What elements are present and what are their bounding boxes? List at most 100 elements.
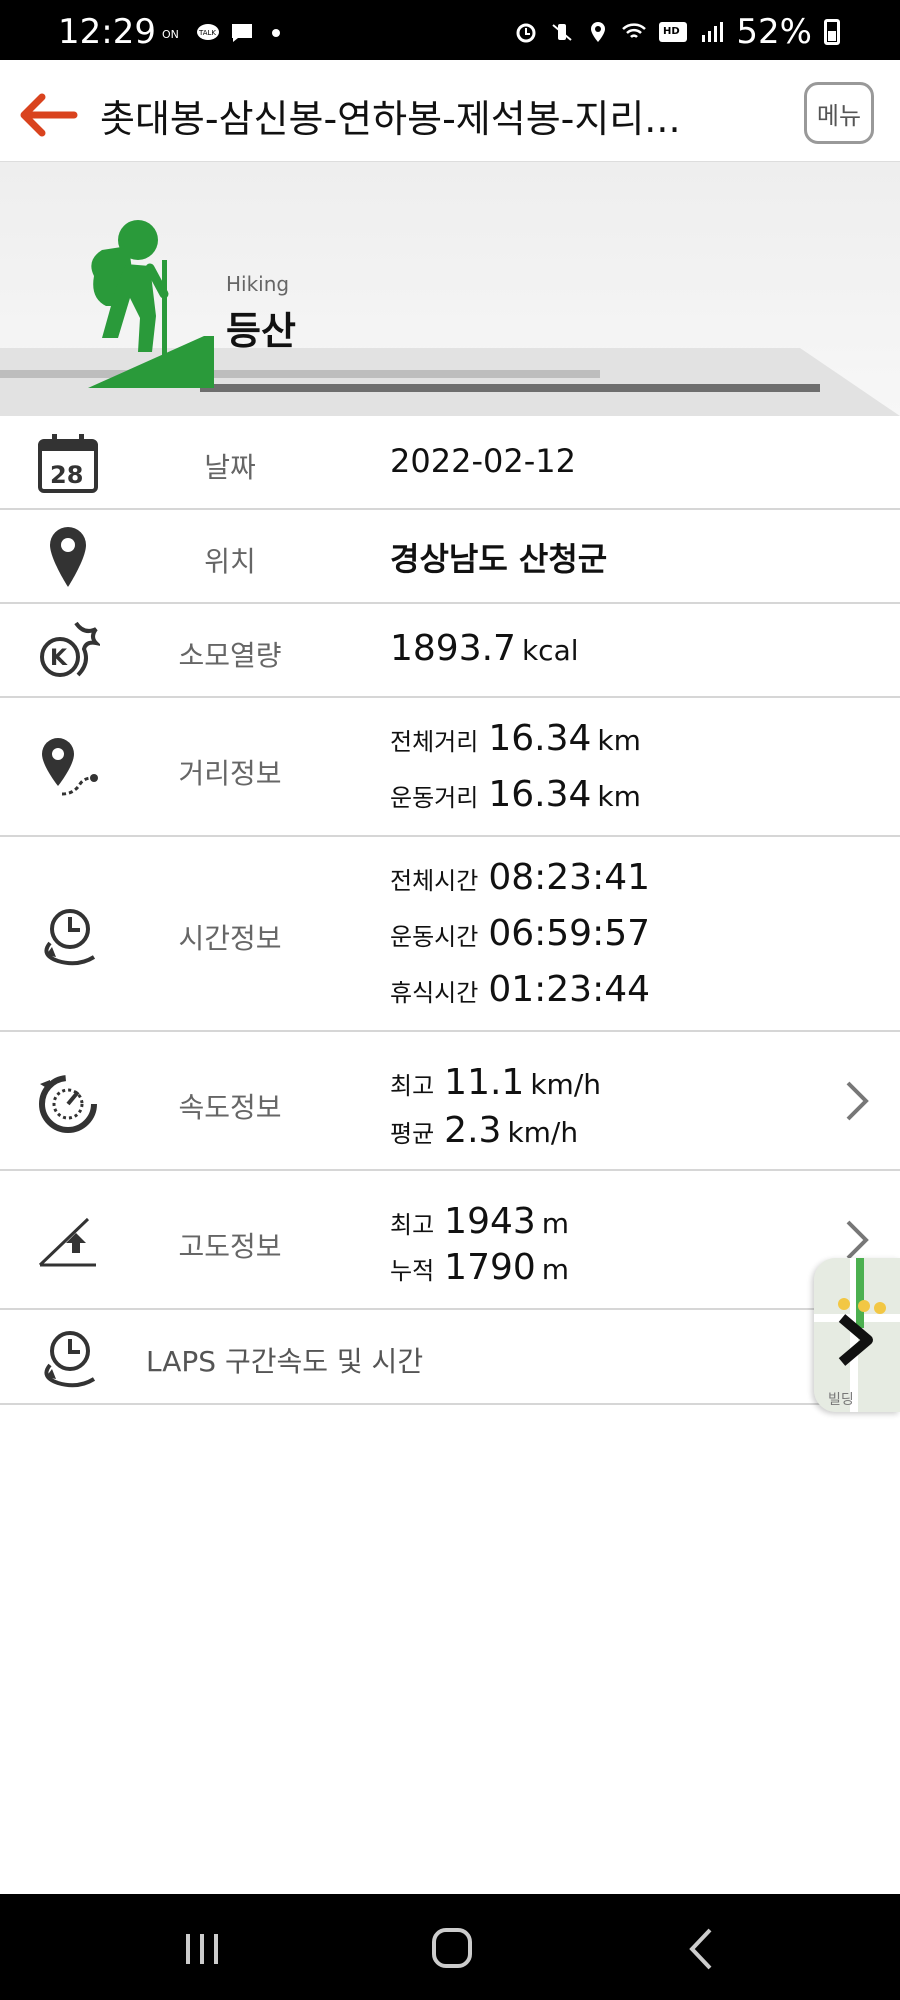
distance-moving-label: 운동거리 — [390, 784, 479, 812]
vibrate-icon — [552, 24, 573, 41]
speed-max-label: 최고 — [390, 1072, 435, 1100]
svg-text:28: 28 — [50, 461, 83, 489]
calories-label: 소모열량 — [178, 639, 282, 672]
altitude-max: 최고 1943 m — [390, 1201, 569, 1242]
date-value: 2022-02-12 — [390, 442, 576, 480]
distance-total-unit: km — [597, 724, 641, 757]
calendar-icon: 28 — [38, 434, 98, 493]
location-label: 위치 — [204, 545, 256, 578]
map-thumbnail[interactable]: 빌딩 — [814, 1258, 900, 1412]
time-total: 전체시간 08:23:41 — [390, 857, 650, 898]
calories-row: K 소모열량 1893.7 kcal — [0, 604, 900, 698]
battery-percent: 52% — [736, 12, 812, 52]
speed-max-unit: km/h — [530, 1068, 601, 1101]
app-header: 촛대봉-삼신봉-연하봉-제석봉-지리... 메뉴 — [0, 60, 900, 162]
altitude-cumulative: 누적 1790 m — [390, 1247, 569, 1288]
message-icon — [232, 24, 252, 42]
svg-text:K: K — [50, 646, 68, 671]
location-icon — [591, 22, 606, 42]
altitude-icon — [38, 1217, 96, 1267]
page-title: 촛대봉-삼신봉-연하봉-제석봉-지리... — [100, 97, 681, 141]
laps-label: LAPS 구간속도 및 시간 — [146, 1345, 424, 1378]
time-rest-value: 01:23:44 — [488, 969, 651, 1010]
svg-text:ON: ON — [162, 28, 179, 41]
location-pin-icon — [50, 527, 86, 587]
time-moving-label: 운동시간 — [390, 923, 479, 951]
altitude-row[interactable]: 고도정보 최고 1943 m 누적 1790 m — [0, 1171, 900, 1310]
calorie-flame-icon: K — [40, 621, 100, 677]
map-preview-graphic: 빌딩 — [814, 1258, 900, 1412]
speed-max-value: 11.1 — [444, 1062, 525, 1103]
recent-apps-icon[interactable] — [172, 1924, 232, 1974]
altitude-cum-value: 1790 — [444, 1247, 536, 1288]
time-clock-icon — [44, 909, 96, 966]
time-label: 시간정보 — [178, 922, 282, 955]
calories-value: 1893.7 — [390, 628, 516, 669]
chevron-right-icon[interactable] — [844, 1218, 870, 1262]
altitude-max-label: 최고 — [390, 1211, 435, 1239]
location-row: 위치 경상남도 산청군 — [0, 510, 900, 604]
back-arrow-icon[interactable] — [14, 90, 80, 140]
speed-avg-unit: km/h — [507, 1116, 579, 1149]
distance-label: 거리정보 — [178, 757, 282, 790]
home-icon[interactable] — [422, 1924, 482, 1974]
battery-icon — [824, 19, 840, 45]
distance-moving: 운동거리 16.34 km — [390, 774, 641, 815]
alarm-icon — [516, 23, 536, 43]
speed-label: 속도정보 — [178, 1091, 282, 1124]
time-total-value: 08:23:41 — [488, 857, 651, 898]
activity-title: 등산 — [226, 309, 296, 353]
speed-avg: 평균 2.3 km/h — [390, 1110, 578, 1151]
status-time: 12:29 — [58, 12, 156, 52]
notification-icons: ON TALK — [162, 22, 288, 44]
altitude-max-value: 1943 — [444, 1201, 536, 1242]
speed-avg-label: 평균 — [390, 1120, 435, 1148]
date-label: 날짜 — [204, 451, 256, 484]
time-row: 시간정보 전체시간 08:23:41 운동시간 06:59:57 휴식시간 01:23… — [0, 837, 900, 1032]
speedometer-icon — [39, 1075, 97, 1133]
talk-icon: TALK — [197, 24, 219, 40]
status-bar: 12:29 ON TALK HD 52% — [0, 0, 900, 60]
activity-hero: Hiking 등산 — [0, 162, 900, 416]
speed-row[interactable]: 속도정보 최고 11.1 km/h 평균 2.3 km/h — [0, 1032, 900, 1171]
speed-max: 최고 11.1 km/h — [390, 1062, 601, 1103]
speed-avg-value: 2.3 — [444, 1110, 502, 1151]
kakao-news-icon: ON — [162, 28, 179, 41]
time-rest: 휴식시간 01:23:44 — [390, 969, 650, 1010]
distance-total: 전체거리 16.34 km — [390, 718, 641, 759]
distance-route-icon — [42, 738, 98, 796]
signal-icon — [702, 22, 724, 42]
distance-moving-unit: km — [597, 780, 641, 813]
laps-clock-icon — [44, 1331, 96, 1388]
time-moving: 운동시간 06:59:57 — [390, 913, 650, 954]
chevron-right-icon[interactable] — [844, 1079, 870, 1123]
svg-text:빌딩: 빌딩 — [828, 1392, 854, 1408]
laps-row[interactable]: LAPS 구간속도 및 시간 — [0, 1310, 900, 1405]
distance-moving-value: 16.34 — [488, 774, 592, 815]
back-nav-icon[interactable] — [674, 1924, 734, 1974]
altitude-cum-unit: m — [541, 1253, 570, 1286]
altitude-label: 고도정보 — [178, 1230, 282, 1263]
altitude-max-unit: m — [541, 1207, 570, 1240]
dot-icon — [272, 29, 280, 37]
time-rest-label: 휴식시간 — [390, 979, 479, 1007]
distance-row: 거리정보 전체거리 16.34 km 운동거리 16.34 km — [0, 698, 900, 837]
wifi-icon — [622, 23, 647, 38]
activity-subtitle: Hiking — [226, 272, 290, 296]
calories-unit: kcal — [521, 634, 579, 667]
time-total-label: 전체시간 — [390, 867, 479, 895]
distance-total-value: 16.34 — [488, 718, 592, 759]
system-icons: HD 52% — [514, 12, 840, 52]
location-value: 경상남도 산청군 — [390, 540, 608, 578]
system-nav-bar — [0, 1894, 900, 2000]
calories-value-group: 1893.7 kcal — [390, 628, 579, 669]
time-moving-value: 06:59:57 — [488, 913, 651, 954]
menu-button[interactable]: 메뉴 — [804, 82, 874, 144]
hiking-icon — [88, 220, 214, 388]
hd-voice-icon: HD — [659, 22, 688, 42]
distance-total-label: 전체거리 — [390, 728, 479, 756]
date-row: 28 날짜 2022-02-12 — [0, 416, 900, 510]
svg-text:HD: HD — [663, 26, 680, 37]
altitude-cum-label: 누적 — [390, 1257, 435, 1285]
svg-text:TALK: TALK — [198, 29, 216, 37]
